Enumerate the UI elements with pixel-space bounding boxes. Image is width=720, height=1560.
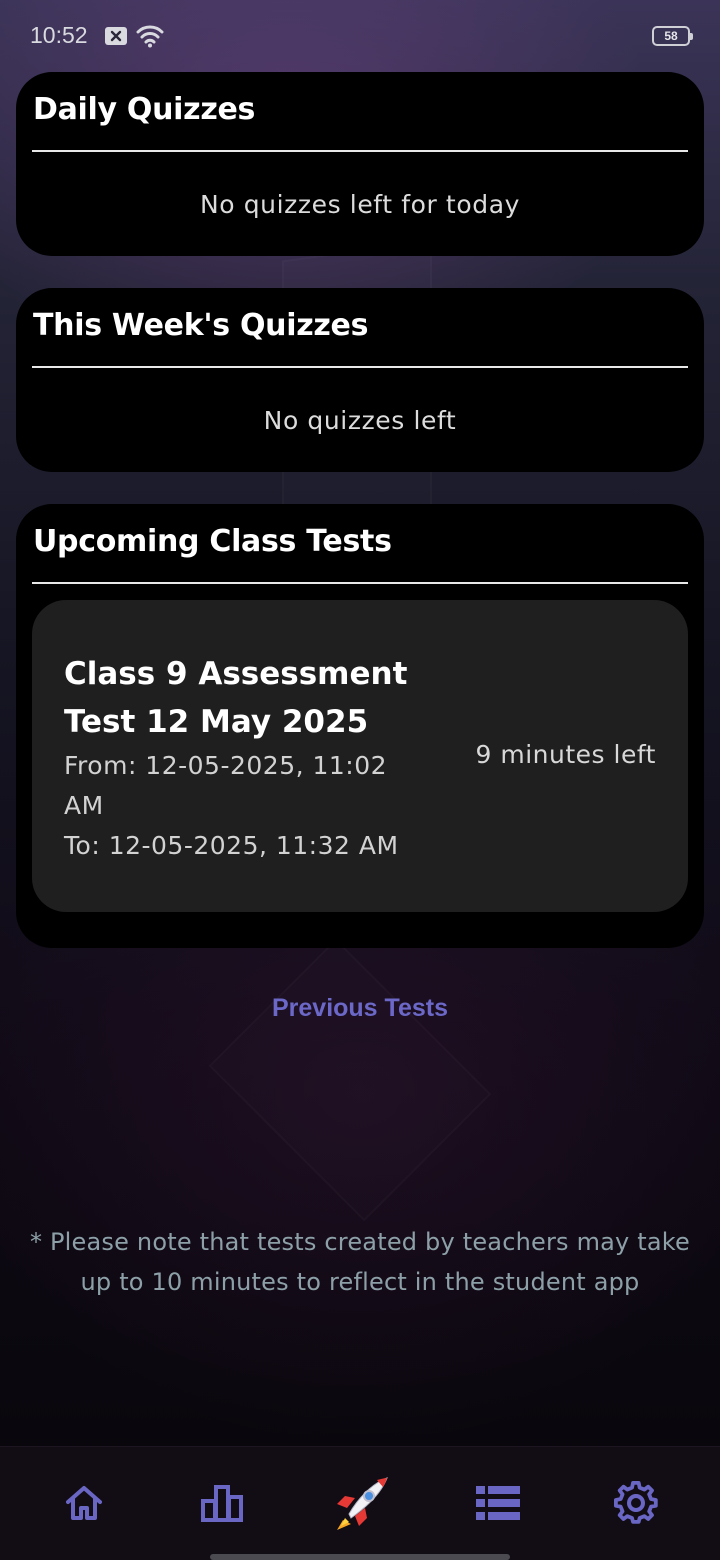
leaderboard-icon	[200, 1483, 244, 1527]
divider	[32, 582, 688, 584]
home-icon	[63, 1482, 105, 1528]
weekly-quizzes-empty-message: No quizzes left	[263, 406, 457, 435]
test-end-time: To: 12-05-2025, 11:32 AM	[64, 831, 399, 860]
daily-quizzes-empty-message: No quizzes left for today	[199, 190, 521, 219]
info-note: * Please note that tests created by teac…	[29, 1228, 691, 1296]
battery-icon: 58	[652, 26, 693, 46]
daily-quizzes-card: Daily Quizzes No quizzes left for today	[16, 72, 704, 256]
nav-settings[interactable]	[606, 1475, 666, 1535]
notification-x-icon	[105, 27, 127, 49]
gesture-bar	[210, 1554, 510, 1560]
test-time-remaining: 9 minutes left	[475, 740, 656, 769]
test-list-item[interactable]: Class 9 Assessment Test 12 May 2025 From…	[32, 600, 688, 912]
upcoming-tests-title: Upcoming Class Tests	[33, 524, 392, 559]
previous-tests-link[interactable]: Previous Tests	[0, 994, 720, 1023]
daily-quizzes-title: Daily Quizzes	[33, 92, 256, 127]
weekly-quizzes-card: This Week's Quizzes No quizzes left	[16, 288, 704, 472]
test-start-time-suffix: AM	[64, 791, 104, 820]
test-start-time: From: 12-05-2025, 11:02	[64, 751, 388, 780]
list-icon	[474, 1483, 522, 1527]
status-time: 10:52	[30, 22, 88, 48]
settings-icon	[614, 1481, 658, 1529]
divider	[32, 366, 688, 368]
test-name: Class 9 Assessment Test 12 May 2025	[64, 656, 408, 740]
nav-leaderboard[interactable]	[192, 1475, 252, 1535]
wifi-icon	[136, 24, 164, 52]
weekly-quizzes-title: This Week's Quizzes	[33, 308, 369, 343]
status-bar: 10:52 58	[0, 0, 720, 72]
divider	[32, 150, 688, 152]
bottom-navigation	[0, 1446, 720, 1560]
background-decoration	[209, 939, 492, 1222]
nav-list[interactable]	[468, 1475, 528, 1535]
upcoming-tests-card: Upcoming Class Tests Class 9 Assessment …	[16, 504, 704, 948]
nav-home[interactable]	[54, 1475, 114, 1535]
rocket-icon	[331, 1474, 389, 1536]
nav-tests[interactable]	[330, 1475, 390, 1535]
